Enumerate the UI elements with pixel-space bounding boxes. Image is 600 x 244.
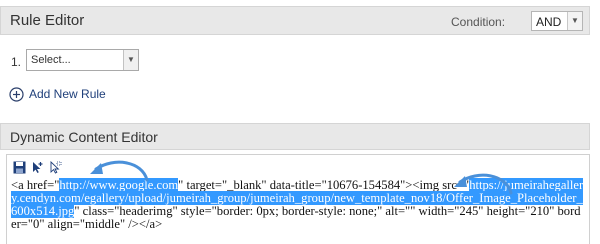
annotation-arrow-src [454,173,513,195]
rule-select-placeholder: Select... [31,54,71,66]
condition-label: Condition: [451,15,506,29]
condition-select[interactable]: AND ▼ [531,11,583,31]
rule-editor-title: Rule Editor [10,12,85,29]
chevron-down-icon[interactable]: ▼ [123,50,138,70]
pointer-plus-icon[interactable] [31,161,44,174]
code-text: <a href=" [11,178,60,192]
rule-editor-header: Rule Editor Condition: AND ▼ [0,6,590,35]
editor-toolbar [13,160,62,174]
code-text: " target="_blank" data-title="10676-1545… [178,178,470,192]
chevron-down-icon[interactable]: ▼ [567,12,582,30]
rule-field-select[interactable]: Select... ▼ [26,49,139,71]
code-text: " class="headerimg" style="border: 0px; … [11,204,581,231]
rule-number: 1. [11,55,22,69]
content-editor-header: Dynamic Content Editor [0,123,590,150]
condition-value: AND [536,15,562,29]
add-new-rule-label[interactable]: Add New Rule [29,87,106,101]
plus-circle-icon[interactable] [9,86,24,102]
pointer-select-icon[interactable] [49,160,62,174]
annotation-arrow-href [90,160,149,182]
add-new-rule-button[interactable]: Add New Rule [9,86,106,102]
content-editor-title: Dynamic Content Editor [10,129,158,145]
save-icon[interactable] [13,161,26,174]
